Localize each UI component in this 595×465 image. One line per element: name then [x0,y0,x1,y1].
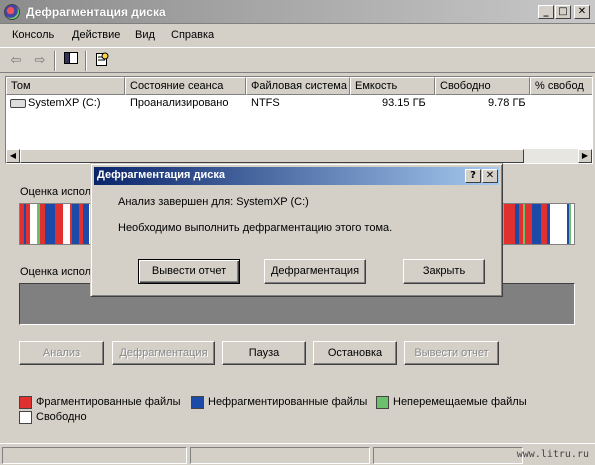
toolbar-separator [54,51,56,71]
usage-stripe [72,204,79,244]
row-volume[interactable]: SystemXP (C:) [28,97,101,109]
toolbar: ⇦ ⇨ [0,47,595,73]
view-report-button[interactable]: Вывести отчет [404,341,499,365]
legend-contiguous: Нефрагментированные файлы [208,396,368,408]
help-button[interactable]: ? [465,169,481,183]
forward-arrow-icon[interactable]: ⇨ [30,52,50,70]
analyze-button[interactable]: Анализ [19,341,104,365]
usage-after-label: Оценка исполь [20,266,97,278]
dialog-message-2: Необходимо выполнить дефрагментацию этог… [118,222,393,234]
menu-action[interactable]: Действие [72,29,120,41]
legend-unmovable-swatch [376,396,389,409]
dialog-view-report-button[interactable]: Вывести отчет [138,259,240,284]
stop-button[interactable]: Остановка [313,341,397,365]
horizontal-scrollbar[interactable]: ◀ ▶ [6,149,592,163]
window-title: Дефрагментация диска [26,5,166,19]
hard-drive-icon [10,99,26,108]
column-header-volume[interactable]: Том [6,77,125,95]
row-status: Проанализировано [130,97,229,109]
close-button[interactable]: ✕ [574,5,590,19]
dialog-title-bar: Дефрагментация диска ? ✕ [94,167,499,185]
legend-free: Свободно [36,411,87,423]
row-capacity: 93.15 ГБ [382,97,426,109]
column-header-status[interactable]: Состояние сеанса [125,77,246,95]
defrag-app-icon [4,4,20,20]
properties-icon[interactable] [92,52,112,70]
pause-button[interactable]: Пауза [222,341,306,365]
status-pane-3 [373,447,523,464]
usage-stripe [63,204,70,244]
menu-view[interactable]: Вид [135,29,155,41]
defragment-button[interactable]: Дефрагментация [112,341,215,365]
usage-before-label: Оценка исполь [20,186,97,198]
back-arrow-icon[interactable]: ⇦ [6,52,26,70]
usage-stripe [508,204,515,244]
row-filesystem: NTFS [251,97,280,109]
title-bar: Дефрагментация диска _ □ ✕ [0,0,595,24]
usage-stripe [571,204,574,244]
dialog-close-action-button[interactable]: Закрыть [403,259,485,284]
legend-free-swatch [19,411,32,424]
status-bar [0,443,595,465]
dialog-defragment-button[interactable]: Дефрагментация [264,259,366,284]
column-header-capacity[interactable]: Емкость [350,77,435,95]
usage-stripe [550,204,557,244]
legend-fragmented-swatch [19,396,32,409]
scrollbar-thumb[interactable] [20,149,524,163]
menu-bar: Консоль Действие Вид Справка [0,25,595,46]
column-header-free[interactable]: Свободно [435,77,530,95]
dialog-title: Дефрагментация диска [97,169,226,181]
dialog-message-1: Анализ завершен для: SystemXP (C:) [118,196,309,208]
legend-contiguous-swatch [191,396,204,409]
usage-stripe [525,204,532,244]
status-pane-1 [2,447,187,464]
toolbar-separator [85,51,87,71]
analysis-complete-dialog: Дефрагментация диска ? ✕ Анализ завершен… [90,163,503,297]
legend-unmovable: Неперемещаемые файлы [393,396,527,408]
dialog-close-button[interactable]: ✕ [482,169,498,183]
status-pane-2 [190,447,370,464]
menu-help[interactable]: Справка [171,29,214,41]
volume-list[interactable]: Том Состояние сеанса Файловая система Ем… [5,76,593,164]
column-header-free-percent[interactable]: % свобод [530,77,592,95]
scroll-right-icon[interactable]: ▶ [578,149,592,163]
console-tree-icon[interactable] [61,52,81,70]
maximize-button[interactable]: □ [555,5,571,19]
menu-console[interactable]: Консоль [12,29,54,41]
column-header-filesystem[interactable]: Файловая система [246,77,350,95]
row-free: 9.78 ГБ [488,97,526,109]
scroll-left-icon[interactable]: ◀ [6,149,20,163]
minimize-button[interactable]: _ [538,5,554,19]
legend-fragmented: Фрагментированные файлы [36,396,181,408]
watermark-text: www.litru.ru [516,449,589,460]
